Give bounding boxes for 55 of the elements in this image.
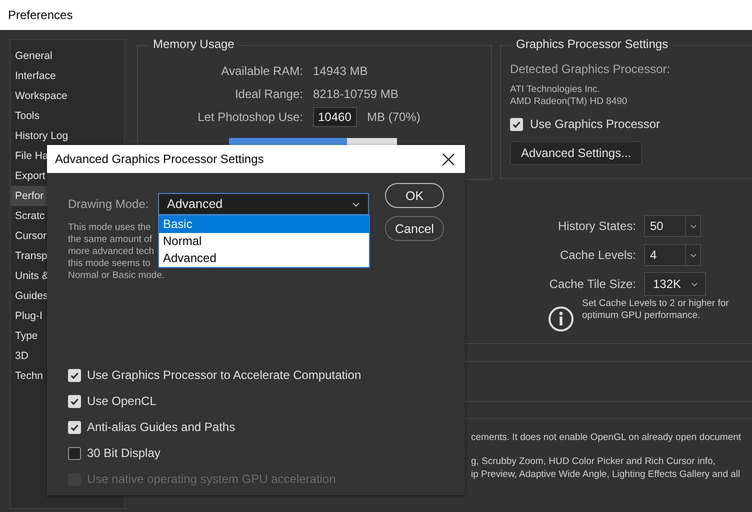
checkbox-label: Use OpenCL: [87, 394, 156, 408]
sidebar-item[interactable]: Workspace: [11, 86, 124, 106]
memory-input[interactable]: 10460: [313, 107, 357, 127]
dropdown-option[interactable]: Normal: [159, 233, 369, 250]
caret-icon: [352, 202, 360, 206]
drawing-mode-dropdown[interactable]: Advanced: [158, 193, 369, 215]
caret-icon: [690, 252, 696, 258]
field-label: Let Photoshop Use:: [196, 110, 304, 124]
unit-label: MB (70%): [367, 110, 420, 124]
field-label: History States:: [556, 219, 637, 233]
checkbox-label: 30 Bit Display: [87, 446, 160, 460]
dropdown-option[interactable]: Advanced: [159, 250, 369, 267]
checkbox-label: Use Graphics Processor to Accelerate Computation: [87, 368, 362, 382]
number-combo-field[interactable]: 4: [644, 244, 701, 266]
sidebar-item[interactable]: General: [11, 46, 124, 66]
detected-label: Detected Graphics Processor:: [510, 62, 672, 76]
caret-icon: [690, 224, 696, 228]
checkbox-label: Use Graphics Processor: [530, 117, 660, 131]
checkbox[interactable]: [68, 446, 81, 460]
tile-size-dropdown[interactable]: 132K: [644, 272, 706, 296]
gpu-vendor: ATI Technologies Inc.: [510, 84, 601, 96]
caret-icon: [691, 282, 698, 286]
description-text: This mode uses the: [68, 222, 151, 234]
checkbox-label: Anti-alias Guides and Paths: [87, 420, 236, 434]
field-label: Available RAM:: [220, 64, 304, 78]
dropdown-option[interactable]: Basic: [159, 216, 369, 233]
cancel-button[interactable]: Cancel: [385, 216, 444, 241]
close-icon[interactable]: [442, 152, 455, 166]
description-text: cements. It does not enable OpenGL on already open document: [471, 431, 742, 444]
checkbox-label: Use native operating system GPU acceleration: [87, 472, 336, 486]
field-value: 8218-10759 MB: [313, 87, 398, 101]
field-label: Cache Levels:: [558, 248, 637, 262]
dialog-title: Advanced Graphics Processor Settings: [55, 152, 264, 166]
ok-button[interactable]: OK: [385, 183, 444, 208]
sidebar-item[interactable]: Tools: [11, 106, 124, 126]
description-text: ip Preview, Adaptive Wide Angle, Lighting Effects Gallery and all: [471, 468, 742, 481]
description-text: Normal or Basic mode.: [68, 270, 165, 282]
group-title: Graphics Processor Settings: [511, 37, 674, 51]
description-text: the same amount of: [68, 234, 152, 246]
group-title: Memory Usage: [148, 37, 240, 51]
sidebar-item[interactable]: Interface: [11, 66, 124, 86]
description-text: this mode seems to: [68, 258, 150, 270]
description-text: more advanced tech: [68, 246, 154, 258]
advanced-settings-button[interactable]: Advanced Settings...: [510, 141, 642, 165]
gpu-model: AMD Radeon(TM) HD 8490: [510, 96, 628, 108]
sidebar-item[interactable]: History Log: [11, 126, 124, 146]
info-icon: [548, 306, 574, 332]
field-label: Drawing Mode:: [68, 197, 150, 211]
field-label: Ideal Range:: [234, 87, 304, 101]
info-text: Set Cache Levels to 2 or higher for optimum GPU performance.: [582, 298, 730, 322]
window-title: Preferences: [8, 8, 73, 22]
field-label: Cache Tile Size:: [548, 277, 637, 291]
field-value: 14943 MB: [313, 64, 368, 78]
description-text: g, Scrubby Zoom, HUD Color Picker and Rich Cursor info,: [471, 455, 716, 468]
number-combo-field[interactable]: 50: [644, 215, 701, 237]
